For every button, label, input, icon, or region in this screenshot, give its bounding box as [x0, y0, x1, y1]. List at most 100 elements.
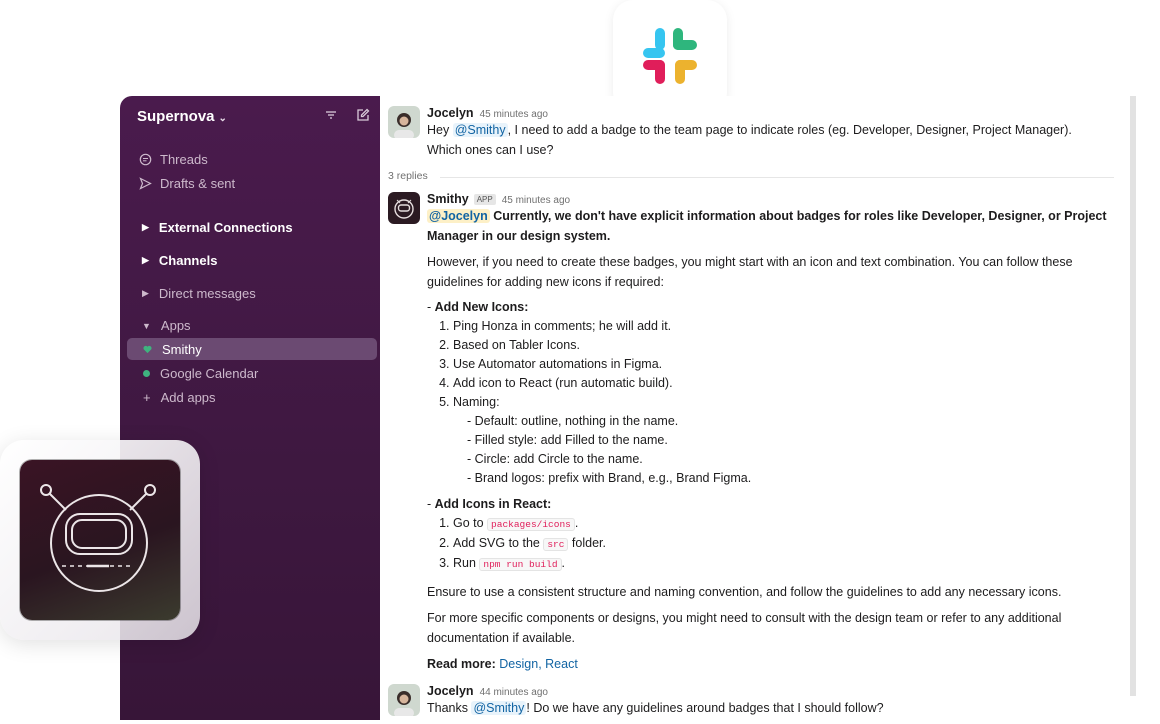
timestamp[interactable]: 44 minutes ago	[480, 687, 548, 698]
list-item: Use Automator automations in Figma.	[453, 355, 1108, 374]
sidebar-item-drafts[interactable]: Drafts & sent	[138, 176, 235, 191]
list-item: Based on Tabler Icons.	[453, 336, 1108, 355]
mention-smithy[interactable]: @Smithy	[452, 123, 508, 137]
read-more-label: Read more:	[427, 657, 496, 671]
section-title: Add Icons in React:	[434, 497, 552, 511]
plus-icon: +	[143, 389, 151, 405]
message-text: Hey @Smithy, I need to add a badge to th…	[427, 120, 1108, 160]
section-channels[interactable]: ▶ Channels	[142, 253, 217, 268]
list-item: - Brand logos: prefix with Brand, e.g., …	[467, 471, 752, 485]
section-label: External Connections	[158, 220, 293, 235]
mention-smithy[interactable]: @Smithy	[471, 701, 527, 715]
replies-divider	[440, 177, 1114, 178]
list-item: - Default: outline, nothing in the name.	[467, 414, 679, 428]
list-item: Ping Honza in comments; he will add it.	[453, 317, 1108, 336]
code-snippet: src	[543, 538, 569, 551]
section-label: Direct messages	[158, 286, 256, 301]
section-heading: - Add Icons in React:	[427, 497, 552, 511]
caret-right-icon: ▶	[142, 222, 149, 232]
send-icon	[138, 177, 152, 190]
list-item-text: Naming:	[453, 395, 500, 409]
message-body: Smithy APP 45 minutes ago @Jocelyn Current…	[427, 192, 1108, 674]
steps-list-react: Go to packages/icons. Add SVG to the src…	[427, 514, 1108, 574]
message-body: Jocelyn 44 minutes ago Thanks @Smithy! Do…	[427, 684, 1108, 718]
link-design[interactable]: Design	[499, 657, 538, 671]
section-direct-messages[interactable]: ▶ Direct messages	[142, 286, 256, 301]
code-snippet: packages/icons	[487, 518, 575, 531]
text-segment: folder.	[568, 536, 606, 550]
author-name[interactable]: Jocelyn	[427, 684, 474, 698]
heart-icon	[143, 342, 152, 357]
list-item: - Filled style: add Filled to the name.	[467, 433, 668, 447]
text-segment: Thanks	[427, 701, 472, 715]
robot-icon	[40, 484, 156, 592]
list-item: Add icon to React (run automatic build).	[453, 374, 1108, 393]
link-react[interactable]: React	[545, 657, 578, 671]
message-body: Jocelyn 45 minutes ago Hey @Smithy, I nee…	[427, 106, 1108, 160]
app-badge: APP	[473, 194, 496, 206]
text-segment: Add SVG to the	[453, 536, 544, 550]
section-external-connections[interactable]: ▶ External Connections	[142, 220, 293, 235]
naming-list: - Default: outline, nothing in the name.…	[453, 412, 1108, 488]
timestamp[interactable]: 45 minutes ago	[502, 195, 570, 206]
avatar-jocelyn[interactable]	[388, 684, 420, 716]
sidebar-tools	[324, 108, 370, 122]
caret-down-icon: ▼	[142, 320, 151, 331]
steps-list-icons: Ping Honza in comments; he will add it. …	[427, 317, 1108, 488]
message-paragraph: However, if you need to create these bad…	[427, 255, 1073, 289]
text-segment: Go to	[453, 516, 488, 530]
text-segment: .	[561, 556, 566, 570]
code-snippet: npm run build	[479, 558, 562, 571]
replies-count: 3 replies	[388, 170, 428, 182]
smithy-bot-card	[0, 440, 200, 640]
list-item: Go to packages/icons.	[453, 514, 1108, 534]
app-label: Add apps	[160, 389, 216, 405]
sidebar-item-smithy[interactable]: Smithy	[127, 338, 377, 360]
message-paragraph: Ensure to use a consistent structure and…	[427, 585, 1062, 599]
filter-icon[interactable]	[324, 108, 338, 122]
app-label: Smithy	[162, 341, 202, 357]
author-name[interactable]: Jocelyn	[427, 106, 474, 120]
list-item: Add SVG to the src folder.	[453, 534, 1108, 554]
thread-pane: Jocelyn 45 minutes ago Hey @Smithy, I nee…	[380, 96, 1130, 720]
section-label: Apps	[160, 318, 191, 333]
sidebar-item-label: Threads	[160, 152, 208, 167]
text-segment: Currently, we don't have explicit inform…	[427, 209, 1107, 243]
timestamp[interactable]: 45 minutes ago	[480, 109, 548, 120]
mention-jocelyn[interactable]: @Jocelyn	[427, 209, 490, 223]
message-jocelyn-1: Jocelyn 45 minutes ago Hey @Smithy, I nee…	[388, 106, 1108, 166]
caret-right-icon: ▶	[142, 255, 149, 265]
chevron-down-icon: ⌄	[218, 113, 227, 124]
compose-icon[interactable]	[356, 108, 370, 122]
read-more-row: Read more: Design, React	[427, 654, 1108, 674]
threads-icon	[138, 153, 152, 166]
text-segment: ! Do we have any guidelines around badge…	[526, 701, 884, 715]
sidebar-item-label: Drafts & sent	[160, 176, 236, 191]
list-item: - Circle: add Circle to the name.	[467, 452, 643, 466]
section-apps[interactable]: ▼ Apps	[142, 318, 191, 333]
avatar-jocelyn[interactable]	[388, 106, 420, 138]
scrollbar[interactable]	[1130, 96, 1136, 696]
message-paragraph: For more specific components or designs,…	[427, 611, 1062, 645]
message-smithy: Smithy APP 45 minutes ago @Jocelyn Current…	[388, 192, 1108, 676]
message-jocelyn-2: Jocelyn 44 minutes ago Thanks @Smithy! Do…	[388, 684, 1108, 724]
sidebar-item-google-calendar[interactable]: Google Calendar	[127, 362, 377, 384]
text-segment: Run	[453, 556, 480, 570]
section-title: Add New Icons:	[434, 300, 529, 314]
text-segment: , I need to add a badge to the team page…	[427, 123, 1072, 157]
avatar-smithy[interactable]	[388, 192, 420, 224]
smithy-bot-tile	[20, 460, 180, 620]
list-item: Run npm run build.	[453, 554, 1108, 574]
sidebar-item-add-apps[interactable]: + Add apps	[127, 386, 377, 408]
app-label: Google Calendar	[160, 365, 259, 381]
message-text: @Jocelyn Currently, we don't have explic…	[427, 206, 1108, 246]
section-label: Channels	[158, 253, 218, 268]
workspace-switcher[interactable]: Supernova ⌄	[137, 108, 227, 125]
text-segment: .	[574, 516, 579, 530]
workspace-name: Supernova	[137, 108, 215, 125]
list-item: Naming: - Default: outline, nothing in t…	[453, 393, 1108, 488]
sidebar-item-threads[interactable]: Threads	[138, 152, 208, 167]
section-heading: - Add New Icons:	[427, 300, 529, 314]
author-name[interactable]: Smithy	[427, 192, 469, 206]
caret-right-icon: ▶	[142, 288, 149, 298]
